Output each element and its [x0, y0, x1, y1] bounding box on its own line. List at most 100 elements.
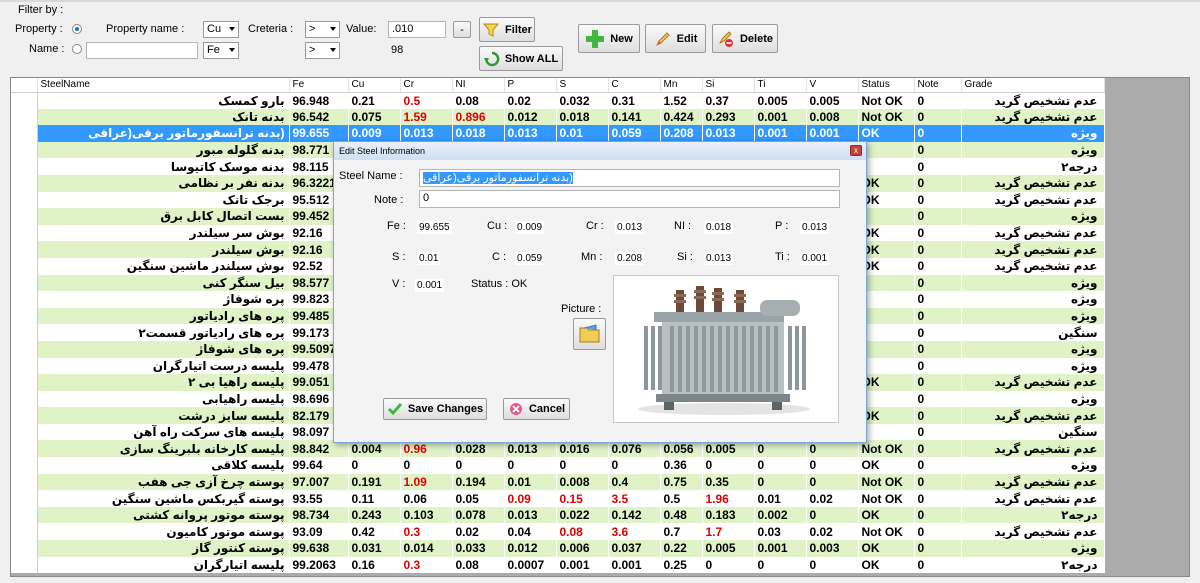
table-cell[interactable]: 0 — [914, 92, 962, 109]
table-cell[interactable]: 0.001 — [806, 125, 859, 142]
table-cell[interactable]: 0.001 — [556, 556, 609, 574]
table-cell[interactable]: 0.012 — [504, 540, 557, 557]
table-row[interactable]: پوسته کنتور گاز 99.638 0.031 0.014 0.033 0.01… — [11, 540, 1105, 557]
table-cell[interactable]: 0.032 — [556, 92, 609, 109]
steel-name-input[interactable]: (بدنه ترانسفورماتور برقی(عراقی — [419, 169, 840, 187]
table-cell[interactable]: ویژه — [961, 291, 1105, 308]
row-header[interactable] — [11, 556, 38, 574]
table-cell[interactable]: 0 — [348, 457, 401, 474]
table-cell[interactable]: 0.022 — [556, 506, 609, 524]
table-cell[interactable]: بدنه موسک کاتیوسا — [37, 158, 290, 175]
table-row[interactable]: بدنه تانک 96.542 0.075 1.59 0.896 0.012 0.018 0… — [11, 108, 1105, 126]
table-cell[interactable]: 0.013 — [702, 125, 755, 142]
table-cell[interactable]: 0 — [556, 457, 609, 474]
table-cell[interactable]: پره های رادیاتور قسمت۲ — [37, 324, 290, 341]
table-cell[interactable]: 0.35 — [702, 473, 755, 491]
table-cell[interactable]: پلیسه راهیابی — [37, 390, 290, 408]
table-cell[interactable]: 3.6 — [608, 523, 661, 541]
row-header[interactable] — [11, 141, 38, 159]
table-cell[interactable]: ویژه — [961, 274, 1105, 292]
table-cell[interactable]: 0.5 — [660, 490, 703, 507]
table-cell[interactable]: 96.542 — [289, 108, 349, 126]
table-cell[interactable]: 0.141 — [608, 108, 661, 126]
table-cell[interactable]: بارو کمسک — [37, 92, 290, 109]
si-field[interactable]: 0.013 — [704, 252, 734, 265]
table-cell[interactable]: 0.037 — [608, 540, 661, 557]
table-cell[interactable]: 0.02 — [504, 92, 557, 109]
table-cell[interactable]: 0 — [914, 340, 962, 358]
ni-field[interactable]: 0.018 — [704, 221, 734, 234]
table-cell[interactable]: پوسته چرخ آزی جی هفب — [37, 473, 290, 491]
row-header[interactable]: ▸ — [11, 125, 38, 142]
table-cell[interactable]: 0.008 — [806, 108, 859, 126]
table-cell[interactable]: 0.001 — [608, 556, 661, 574]
table-cell[interactable]: 0.896 — [452, 108, 505, 126]
minus-button[interactable]: - — [453, 21, 471, 38]
table-cell[interactable]: 0.3 — [400, 523, 453, 541]
column-header[interactable]: Grade — [961, 78, 1105, 93]
column-header[interactable]: SteelName — [37, 78, 290, 93]
table-cell[interactable]: پوسته موتور کامیون — [37, 523, 290, 541]
table-cell[interactable]: 0.5 — [400, 92, 453, 109]
table-cell[interactable]: 0.012 — [504, 108, 557, 126]
table-cell[interactable]: 0 — [914, 423, 962, 441]
table-cell[interactable]: 0.05 — [452, 490, 505, 507]
table-cell[interactable]: 0 — [914, 473, 962, 491]
row-header[interactable] — [11, 108, 38, 126]
table-cell[interactable]: 0.01 — [754, 490, 807, 507]
table-cell[interactable]: 0.208 — [660, 125, 703, 142]
table-cell[interactable]: OK — [858, 125, 915, 142]
table-row[interactable]: پوسته چرخ آزی جی هفب 97.007 0.191 1.09 0.194… — [11, 473, 1105, 491]
row-header[interactable] — [11, 274, 38, 292]
note-input[interactable]: 0 — [419, 190, 840, 208]
table-row[interactable]: پوسته گیربکس ماشین سنگین 93.55 0.11 0.06 0.0… — [11, 490, 1105, 507]
table-cell[interactable]: 0 — [914, 523, 962, 541]
table-cell[interactable]: پلیسه سایز درشت — [37, 407, 290, 424]
name-input[interactable] — [86, 42, 198, 59]
table-cell[interactable]: 0.36 — [660, 457, 703, 474]
v-field[interactable]: 0.001 — [415, 279, 445, 292]
table-cell[interactable]: 0 — [754, 473, 807, 491]
delete-button[interactable]: Delete — [712, 24, 778, 53]
row-header[interactable] — [11, 224, 38, 242]
table-cell[interactable]: 3.5 — [608, 490, 661, 507]
table-cell[interactable]: 0 — [504, 457, 557, 474]
table-cell[interactable]: 0.16 — [348, 556, 401, 574]
table-cell[interactable]: 1.59 — [400, 108, 453, 126]
table-cell[interactable]: 1.96 — [702, 490, 755, 507]
table-cell[interactable]: عدم تشخیص گرید — [961, 490, 1105, 507]
table-cell[interactable]: ویژه — [961, 357, 1105, 375]
table-cell[interactable]: 0 — [914, 224, 962, 242]
ti-field[interactable]: 0.001 — [800, 252, 830, 265]
table-cell[interactable]: 99.655 — [289, 125, 349, 142]
column-header[interactable]: Ti — [754, 78, 807, 93]
table-cell[interactable]: پوسته موتور پروانه کشتی — [37, 506, 290, 524]
column-header[interactable]: V — [806, 78, 859, 93]
table-cell[interactable]: ویژه — [961, 307, 1105, 325]
table-cell[interactable]: 0 — [754, 457, 807, 474]
mn-field[interactable]: 0.208 — [615, 252, 645, 265]
table-cell[interactable]: عدم تشخیص گرید — [961, 473, 1105, 491]
row-header[interactable] — [11, 324, 38, 341]
table-cell[interactable]: 0 — [914, 274, 962, 292]
table-cell[interactable]: پوسته کنتور گاز — [37, 540, 290, 557]
table-cell[interactable]: 0.005 — [702, 540, 755, 557]
table-cell[interactable]: 0.001 — [754, 540, 807, 557]
row-header[interactable] — [11, 191, 38, 209]
row-header[interactable] — [11, 208, 38, 225]
table-cell[interactable]: 0.005 — [754, 92, 807, 109]
browse-picture-button[interactable] — [573, 318, 606, 350]
table-cell[interactable]: عدم تشخیص گرید — [961, 374, 1105, 391]
row-header[interactable] — [11, 340, 38, 358]
table-cell[interactable]: 0.001 — [754, 125, 807, 142]
table-cell[interactable]: Not OK — [858, 490, 915, 507]
table-cell[interactable]: Not OK — [858, 523, 915, 541]
table-cell[interactable]: 0.018 — [452, 125, 505, 142]
table-cell[interactable]: 0.25 — [660, 556, 703, 574]
table-cell[interactable]: 0.013 — [400, 125, 453, 142]
table-cell[interactable]: عدم تشخیص گرید — [961, 257, 1105, 275]
table-cell[interactable]: 0.008 — [556, 473, 609, 491]
cu-field[interactable]: 0.009 — [515, 221, 545, 234]
table-cell[interactable]: 0 — [806, 473, 859, 491]
table-cell[interactable]: 0.4 — [608, 473, 661, 491]
